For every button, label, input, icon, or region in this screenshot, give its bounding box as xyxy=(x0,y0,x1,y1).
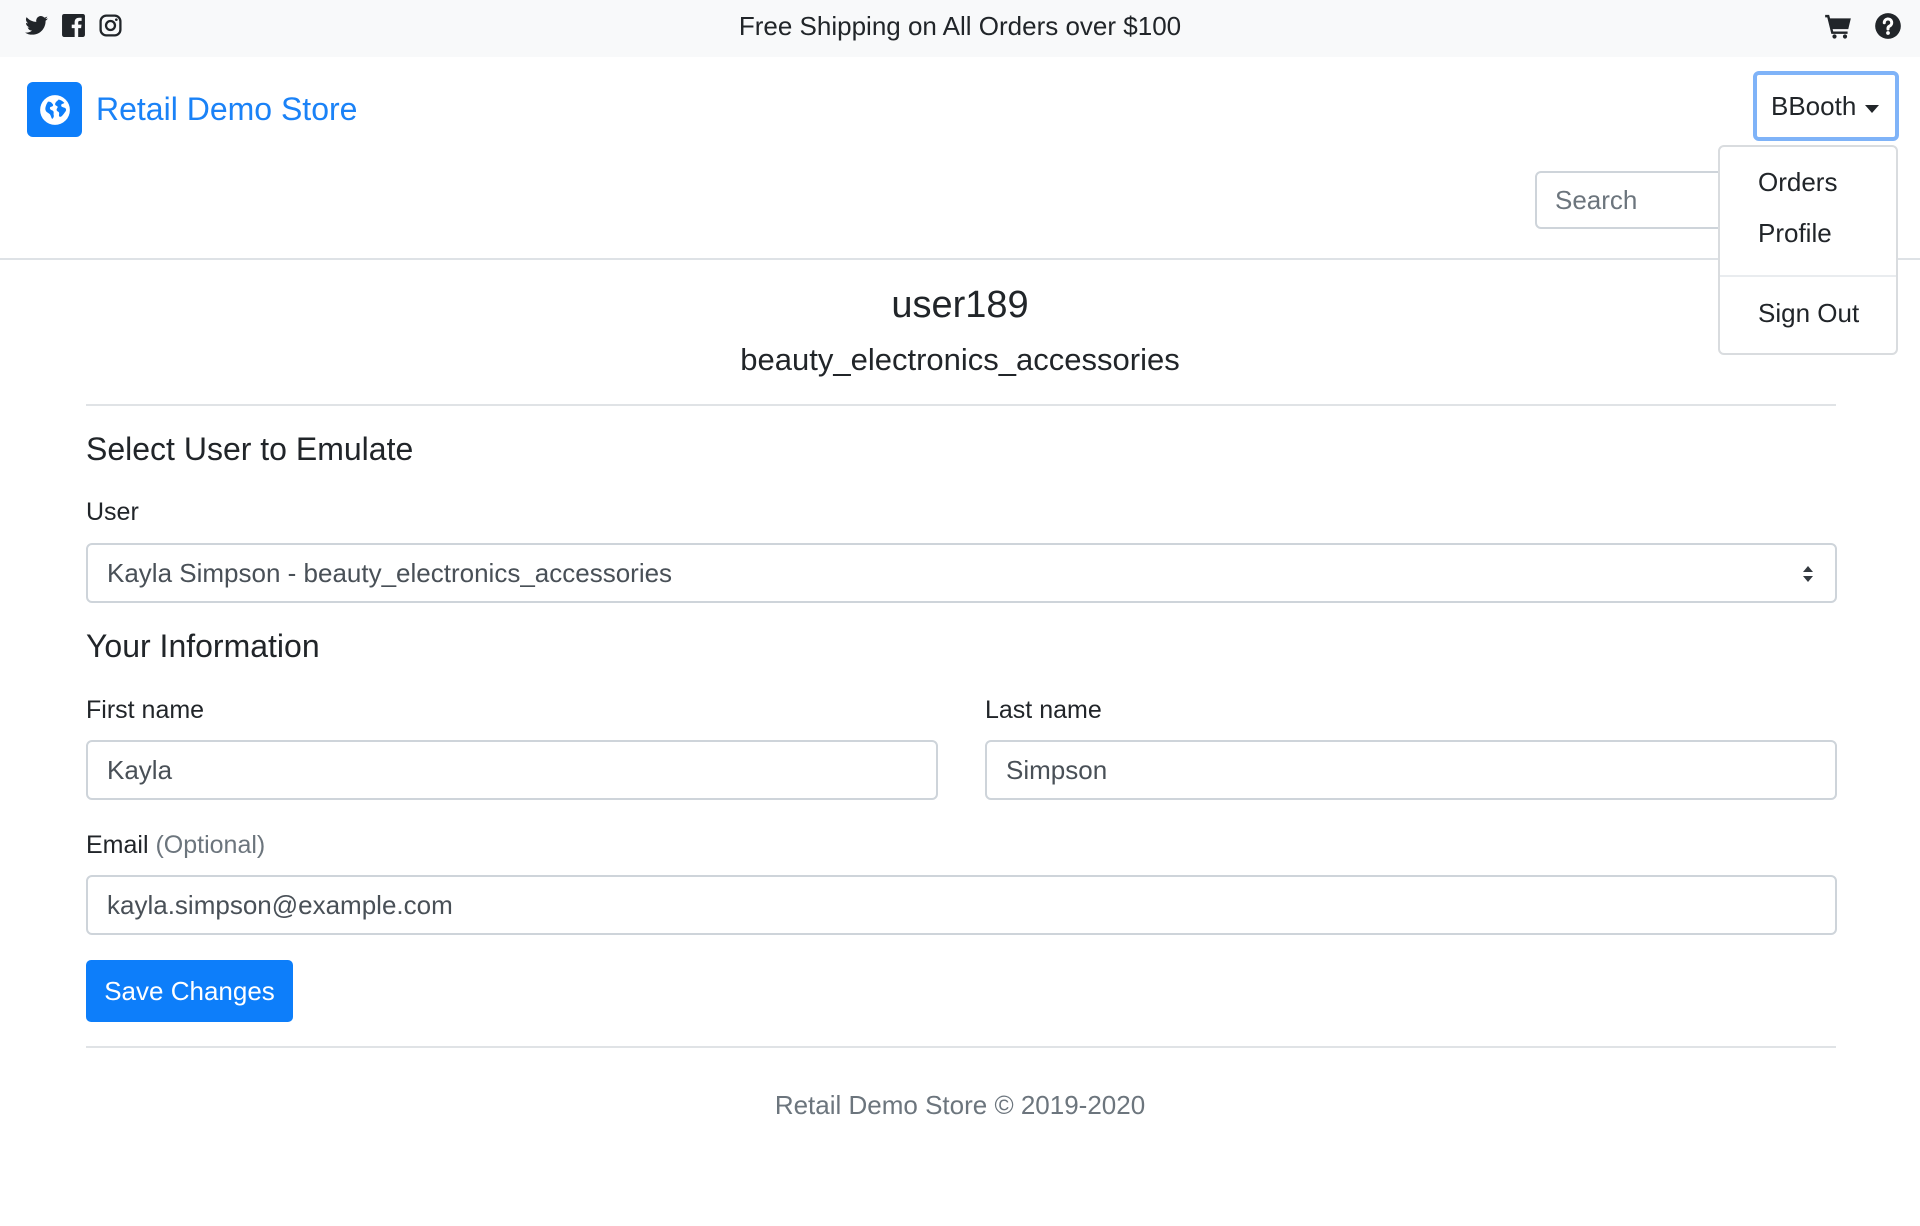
user-label: User xyxy=(86,498,139,526)
help-icon[interactable] xyxy=(1874,12,1902,40)
emulate-heading: Select User to Emulate xyxy=(86,431,414,467)
cart-icon[interactable] xyxy=(1824,12,1852,40)
user-select-value: Kayla Simpson - beauty_electronics_acces… xyxy=(107,557,673,588)
first-name-label: First name xyxy=(86,696,205,724)
navbar: Retail Demo Store BBooth xyxy=(0,57,1920,260)
top-bar: Free Shipping on All Orders over $100 xyxy=(0,0,1920,57)
page-title: user189 xyxy=(891,284,1029,326)
footer-copyright: Retail Demo Store © 2019-2020 xyxy=(774,1090,1146,1120)
first-name-field[interactable] xyxy=(86,740,938,800)
free-shipping-banner: Free Shipping on All Orders over $100 xyxy=(738,11,1182,41)
menu-item-orders[interactable]: Orders xyxy=(1758,167,1837,198)
footer-divider xyxy=(86,1046,1836,1048)
menu-divider xyxy=(1720,275,1896,277)
save-changes-button[interactable]: Save Changes xyxy=(86,960,293,1022)
top-actions xyxy=(1824,12,1902,40)
menu-item-profile[interactable]: Profile xyxy=(1758,218,1832,249)
brand-link[interactable]: Retail Demo Store xyxy=(27,82,357,137)
user-menu-label: BBooth xyxy=(1771,90,1857,121)
user-select[interactable]: Kayla Simpson - beauty_electronics_acces… xyxy=(86,543,1837,603)
globe-icon xyxy=(27,82,82,137)
brand-name: Retail Demo Store xyxy=(96,91,358,127)
last-name-field[interactable] xyxy=(985,740,1837,800)
email-field[interactable] xyxy=(86,875,1837,935)
email-label: Email (Optional) xyxy=(86,831,265,860)
your-information-heading: Your Information xyxy=(86,628,320,664)
user-menu-button[interactable]: BBooth xyxy=(1753,71,1899,141)
divider xyxy=(86,404,1836,406)
caret-down-icon xyxy=(1865,105,1879,113)
email-label-text: Email xyxy=(86,831,149,859)
select-arrows-icon xyxy=(1803,566,1813,582)
email-optional-note: (Optional) xyxy=(155,831,266,859)
last-name-label: Last name xyxy=(985,696,1102,724)
user-segment: beauty_electronics_accessories xyxy=(740,342,1180,377)
